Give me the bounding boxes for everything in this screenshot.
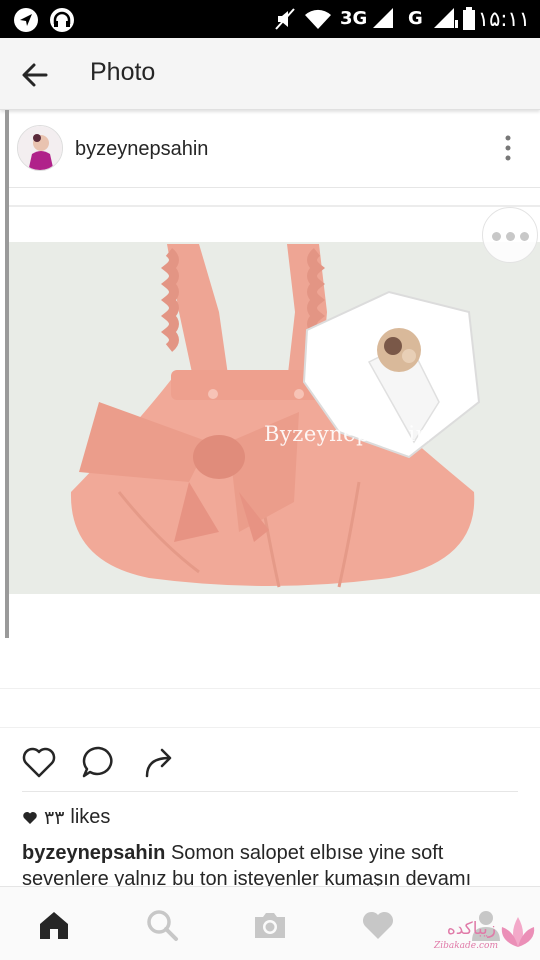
app-bar: Photo: [0, 38, 540, 110]
avatar[interactable]: [17, 125, 63, 171]
likes-label: likes: [70, 806, 111, 828]
divider: [9, 205, 540, 207]
page-title: Photo: [90, 58, 156, 86]
status-bar: 3G G ۱۵:۱۱: [0, 0, 540, 38]
battery-icon: [463, 7, 475, 30]
post-photo[interactable]: Byzeynepsahin: [9, 242, 540, 594]
network-g: G: [408, 8, 423, 29]
search-icon[interactable]: [144, 907, 180, 943]
more-bubble-icon[interactable]: [482, 207, 538, 263]
watermark-text: زیباکده: [446, 919, 496, 939]
divider: [22, 791, 518, 792]
dress-illustration: [9, 242, 540, 594]
spacer: [0, 688, 540, 728]
clock: ۱۵:۱۱: [477, 7, 530, 31]
bottom-nav: زیباکده Zibakade.com: [0, 886, 540, 960]
photo-watermark: Byzeynepsahin: [264, 422, 430, 446]
likes-count: ۳۳: [44, 806, 65, 829]
signal-icon: [373, 8, 393, 28]
signal-icon: [434, 8, 458, 28]
navigation-icon: [14, 8, 38, 32]
mute-icon: [275, 8, 295, 30]
heart-icon: [23, 811, 37, 824]
comment-icon[interactable]: [79, 742, 119, 782]
lotus-icon: [501, 917, 535, 947]
post-actions: [0, 740, 540, 790]
watermark-subtext: Zibakade.com: [433, 941, 498, 951]
wifi-icon: [305, 9, 331, 29]
share-icon[interactable]: [139, 742, 179, 782]
headphones-icon: [50, 8, 74, 32]
heart-icon[interactable]: [360, 907, 396, 943]
more-options-icon[interactable]: [500, 134, 516, 162]
network-3g: 3G: [340, 8, 368, 29]
likes-row[interactable]: ۳۳ likes: [22, 806, 110, 829]
post-username[interactable]: byzeynepsahin: [75, 138, 208, 161]
heart-icon[interactable]: [19, 742, 59, 782]
camera-icon[interactable]: [252, 907, 288, 943]
caption-username[interactable]: byzeynepsahin: [22, 842, 165, 864]
post-header: byzeynepsahin: [9, 112, 540, 188]
arrow-left-icon[interactable]: [14, 54, 56, 96]
home-icon[interactable]: [36, 907, 72, 943]
post-caption: byzeynepsahin Somon salopet elbıse yine …: [22, 840, 522, 892]
site-watermark-logo: زیباکده Zibakade.com: [400, 909, 538, 955]
